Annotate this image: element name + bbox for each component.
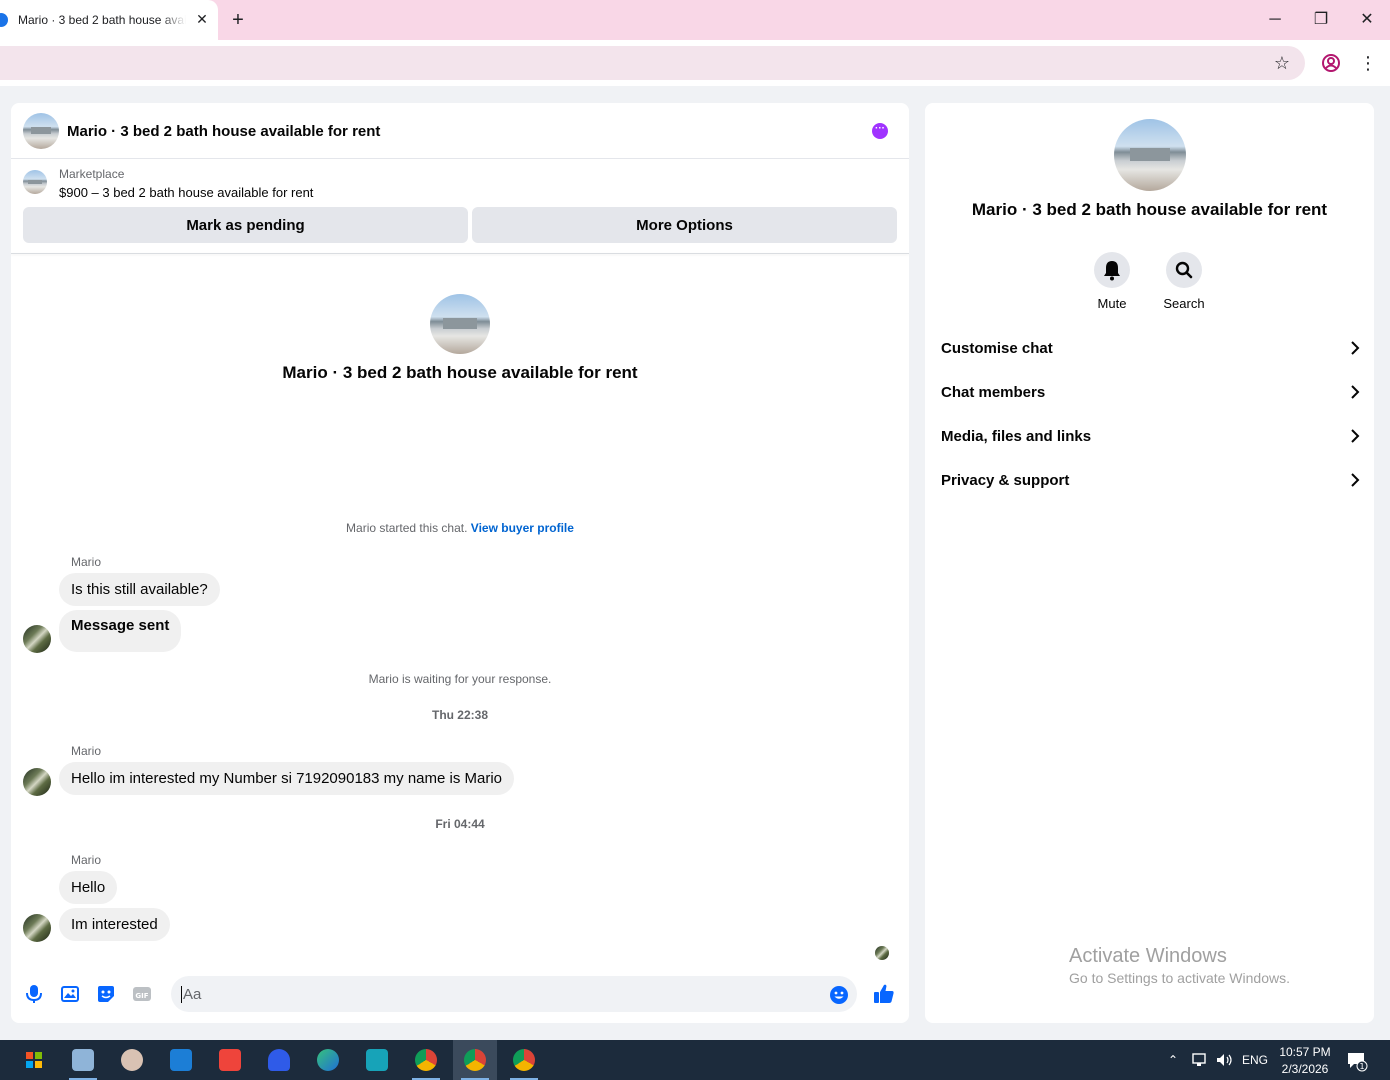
more-options-button[interactable]: More Options xyxy=(472,207,897,243)
sender-avatar[interactable] xyxy=(23,768,51,796)
message-bubble[interactable]: Im interested xyxy=(59,908,170,941)
messenger-favicon-icon xyxy=(0,13,8,27)
new-tab-button[interactable]: + xyxy=(228,9,248,31)
sticker-icon[interactable] xyxy=(95,983,117,1005)
watermark-subtitle: Go to Settings to activate Windows. xyxy=(1069,970,1290,986)
chat-avatar[interactable] xyxy=(23,113,59,149)
chrome-active-icon[interactable] xyxy=(453,1040,497,1080)
clock-time: 10:57 PM xyxy=(1279,1045,1331,1059)
browser-tab[interactable]: Mario · 3 bed 2 bath house available for… xyxy=(0,0,218,40)
chat-title[interactable]: Mario · 3 bed 2 bath house available for… xyxy=(67,123,380,140)
intro-title: Mario · 3 bed 2 bath house available for… xyxy=(282,363,638,382)
message-sender: Mario xyxy=(71,555,102,569)
intro-avatar xyxy=(430,294,490,354)
language-indicator[interactable]: ENG xyxy=(1242,1040,1268,1080)
listing-title[interactable]: $900 – 3 bed 2 bath house available for … xyxy=(59,185,313,200)
browser-menu-icon[interactable]: ⋮ xyxy=(1358,51,1378,75)
message-input[interactable]: Aa xyxy=(171,976,857,1012)
mail-app-icon[interactable] xyxy=(159,1040,203,1080)
browser-titlebar: Mario · 3 bed 2 bath house available for… xyxy=(0,0,1390,40)
svg-text:GIF: GIF xyxy=(135,992,148,1000)
message-bubble[interactable]: Hello xyxy=(59,871,118,904)
message-bubble[interactable]: Is this still available? xyxy=(59,573,220,606)
tab-close-icon[interactable]: ✕ xyxy=(194,11,210,27)
message-bubble[interactable]: Hello im interested my Number si 7192090… xyxy=(59,762,515,795)
profile-icon[interactable] xyxy=(1320,52,1344,74)
anydesk-app-icon[interactable] xyxy=(208,1040,252,1080)
emoji-icon[interactable] xyxy=(829,985,849,1005)
search-label: Search xyxy=(1163,296,1205,311)
mute-label: Mute xyxy=(1097,296,1127,311)
menu-label: Privacy & support xyxy=(941,471,1070,489)
notepad-app-icon[interactable] xyxy=(61,1040,105,1080)
watermark-title: Activate Windows xyxy=(1069,945,1227,967)
privacy-support-row[interactable]: Privacy & support xyxy=(941,458,1362,502)
menu-label: Chat members xyxy=(941,383,1046,401)
paint-app-icon[interactable] xyxy=(110,1040,154,1080)
chat-started-text: Mario started this chat. xyxy=(346,521,468,535)
divider xyxy=(11,253,909,254)
chat-header: Mario · 3 bed 2 bath house available for… xyxy=(11,103,909,159)
system-clock[interactable]: 10:57 PM 2/3/2026 xyxy=(1276,1044,1334,1078)
chevron-right-icon xyxy=(1351,473,1360,487)
menu-label: Customise chat xyxy=(941,339,1053,357)
seen-indicator-avatar xyxy=(875,946,889,960)
notification-count: 1 xyxy=(1359,1062,1364,1071)
mute-button[interactable]: Mute xyxy=(1084,252,1140,311)
message-sender: Mario xyxy=(71,853,102,867)
info-avatar[interactable] xyxy=(1114,119,1186,191)
menu-label: Media, files and links xyxy=(941,427,1092,445)
view-buyer-profile-link[interactable]: View buyer profile xyxy=(471,521,574,535)
bookmark-star-icon[interactable]: ☆ xyxy=(1268,52,1296,74)
search-button[interactable]: Search xyxy=(1156,252,1212,311)
activate-windows-watermark: Activate Windows Go to Settings to activ… xyxy=(1069,945,1290,986)
clock-date: 2/3/2026 xyxy=(1281,1062,1329,1076)
timestamp: Fri 04:44 xyxy=(435,817,485,831)
vpn-app-icon[interactable] xyxy=(257,1040,301,1080)
volume-icon[interactable] xyxy=(1216,1040,1234,1080)
taskbar: ⌃ ENG xyxy=(0,1040,1390,1080)
chat-members-row[interactable]: Chat members xyxy=(941,370,1362,414)
chat-started-notice: Mario started this chat. View buyer prof… xyxy=(11,521,909,535)
waiting-notice: Mario is waiting for your response. xyxy=(368,672,552,686)
scripting-app-icon[interactable] xyxy=(355,1040,399,1080)
marketplace-label: Marketplace xyxy=(59,167,125,181)
message-input-placeholder: Aa xyxy=(180,986,202,1003)
address-bar[interactable] xyxy=(0,46,1305,80)
info-title: Mario · 3 bed 2 bath house available for… xyxy=(971,200,1328,219)
chevron-right-icon xyxy=(1351,341,1360,355)
chevron-right-icon xyxy=(1351,385,1360,399)
network-icon[interactable] xyxy=(1192,1040,1210,1080)
more-options-icon[interactable]: ··· xyxy=(872,123,888,139)
mark-as-pending-button[interactable]: Mark as pending xyxy=(23,207,468,243)
chat-panel: Mario · 3 bed 2 bath house available for… xyxy=(11,103,909,1023)
browser-toolbar: ☆ ⋮ xyxy=(0,40,1390,86)
edge-app-icon[interactable] xyxy=(306,1040,350,1080)
restore-button[interactable]: ❐ xyxy=(1309,8,1333,32)
close-window-button[interactable]: ✕ xyxy=(1355,8,1379,32)
sender-avatar[interactable] xyxy=(23,914,51,942)
gif-icon[interactable]: GIF xyxy=(131,983,153,1005)
tray-chevron-icon[interactable]: ⌃ xyxy=(1168,1040,1178,1080)
sender-avatar[interactable] xyxy=(23,625,51,653)
listing-thumbnail[interactable] xyxy=(23,170,47,194)
start-menu-icon[interactable] xyxy=(12,1040,56,1080)
chrome-profile-m-icon[interactable] xyxy=(404,1040,448,1080)
image-icon[interactable] xyxy=(59,983,81,1005)
customise-chat-row[interactable]: Customise chat xyxy=(941,326,1362,370)
thumbs-up-icon[interactable] xyxy=(872,982,896,1006)
timestamp: Thu 22:38 xyxy=(431,708,488,722)
microphone-icon[interactable] xyxy=(23,983,45,1005)
message-sender: Mario xyxy=(71,744,102,758)
message-bubble[interactable]: Message sent xyxy=(59,610,182,652)
tab-title: Mario · 3 bed 2 bath house available for… xyxy=(18,13,186,27)
notification-center-icon[interactable]: 1 xyxy=(1346,1050,1368,1072)
bell-icon xyxy=(1094,252,1130,288)
chevron-right-icon xyxy=(1351,429,1360,443)
media-files-links-row[interactable]: Media, files and links xyxy=(941,414,1362,458)
minimize-button[interactable]: ─ xyxy=(1263,8,1287,32)
search-icon xyxy=(1166,252,1202,288)
chrome-profile-icon[interactable] xyxy=(502,1040,546,1080)
chat-info-panel: Mario · 3 bed 2 bath house available for… xyxy=(925,103,1374,1023)
